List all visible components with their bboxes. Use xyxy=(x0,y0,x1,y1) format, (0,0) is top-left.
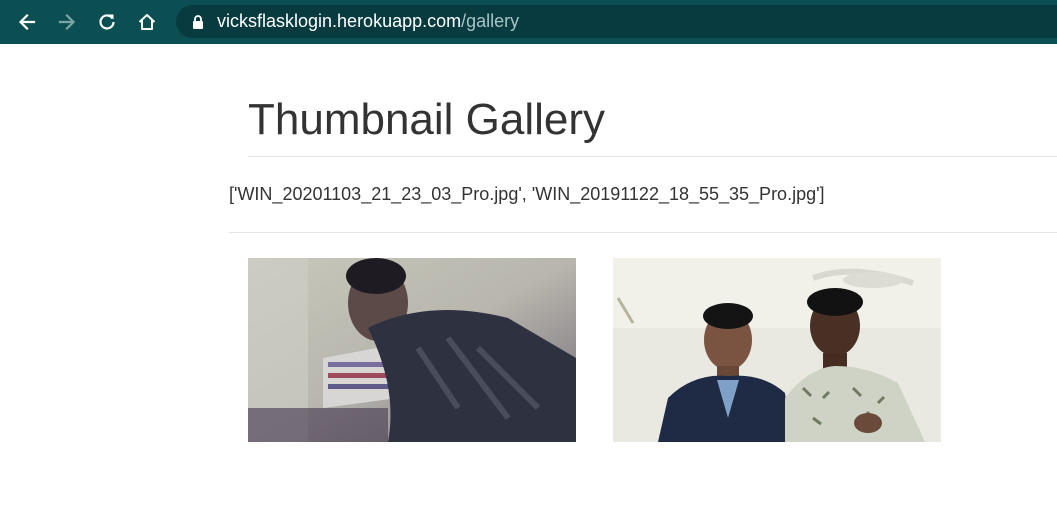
thumbnail-image-2[interactable] xyxy=(613,258,941,442)
url-text[interactable]: vicksflasklogin.herokuapp.com/gallery xyxy=(217,11,519,31)
reload-button[interactable] xyxy=(92,7,122,37)
url-host: vicksflasklogin.herokuapp.com xyxy=(217,11,462,31)
browser-toolbar: vicksflasklogin.herokuapp.com/gallery xyxy=(0,0,1057,44)
file-list-text: ['WIN_20201103_21_23_03_Pro.jpg', 'WIN_2… xyxy=(229,184,825,204)
address-bar[interactable]: vicksflasklogin.herokuapp.com/gallery xyxy=(176,5,1057,38)
thumbnail-image-1[interactable] xyxy=(248,258,576,442)
home-button[interactable] xyxy=(132,7,162,37)
home-icon xyxy=(138,14,156,30)
reload-icon xyxy=(99,14,115,30)
forward-arrow-icon xyxy=(58,13,76,31)
back-button[interactable] xyxy=(12,7,42,37)
back-arrow-icon xyxy=(18,13,36,31)
content-divider xyxy=(229,232,1057,233)
lock-icon xyxy=(193,15,203,29)
title-divider xyxy=(248,156,1057,157)
page-title: Thumbnail Gallery xyxy=(248,95,606,144)
forward-button[interactable] xyxy=(52,7,82,37)
url-path: /gallery xyxy=(461,11,520,31)
